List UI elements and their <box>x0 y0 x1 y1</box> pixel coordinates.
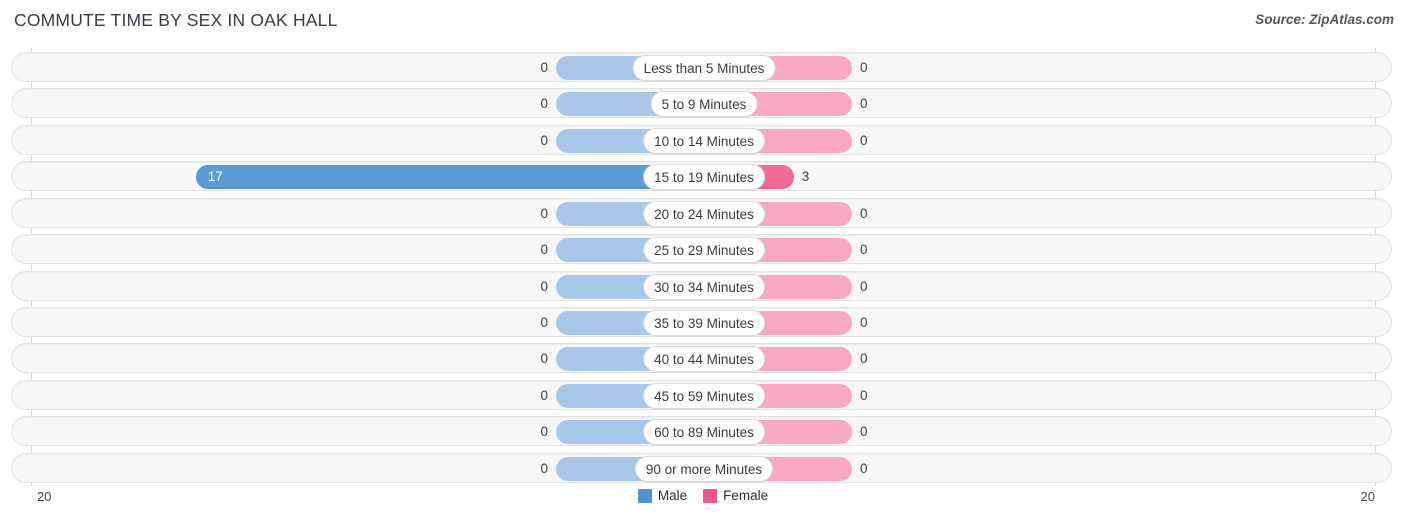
category-label: 10 to 14 Minutes <box>643 127 765 154</box>
chart-legend: Male Female <box>0 488 1406 503</box>
table-row[interactable]: 0 0 60 to 89 Minutes <box>11 416 1392 447</box>
bar-value-female: 0 <box>860 387 868 403</box>
bar-value-male: 0 <box>540 96 548 112</box>
bar-value-male: 0 <box>540 351 548 367</box>
bar-value-female: 0 <box>860 96 868 112</box>
bar-value-male: 0 <box>540 132 548 148</box>
chart-plot-area: 0 0 Less than 5 Minutes 0 0 5 to 9 Minutes 0 0 1… <box>0 48 1406 486</box>
category-label: 5 to 9 Minutes <box>650 91 758 118</box>
row-bar-area: 0 0 25 to 29 Minutes <box>12 235 1391 264</box>
bar-value-male: 0 <box>540 460 548 476</box>
row-bar-area: 0 0 90 or more Minutes <box>12 454 1391 482</box>
legend-label: Female <box>723 488 769 503</box>
bar-value-female: 0 <box>860 205 868 221</box>
bar-value-male: 17 <box>207 169 223 185</box>
bar-value-female: 0 <box>860 278 868 294</box>
category-label: 25 to 29 Minutes <box>643 237 765 264</box>
chart-page: COMMUTE TIME BY SEX IN OAK HALL Source: … <box>0 0 1406 522</box>
bar-value-female: 0 <box>860 242 868 258</box>
bar-value-male: 0 <box>540 315 548 330</box>
bar-value-female: 3 <box>801 169 810 185</box>
bar-value-male: 0 <box>540 278 548 294</box>
table-row[interactable]: 0 0 25 to 29 Minutes <box>11 234 1392 265</box>
bar-value-male: 0 <box>540 242 548 258</box>
table-row[interactable]: 0 0 10 to 14 Minutes <box>11 124 1392 155</box>
legend-item-male[interactable]: Male <box>637 488 688 503</box>
row-bar-area: 0 0 5 to 9 Minutes <box>12 89 1391 118</box>
category-label: 30 to 34 Minutes <box>643 273 765 300</box>
bar-value-male: 0 <box>540 60 548 75</box>
table-row[interactable]: 0 0 90 or more Minutes <box>11 452 1392 483</box>
table-row[interactable]: 0 0 20 to 24 Minutes <box>11 197 1392 228</box>
bar-value-female: 0 <box>860 315 868 330</box>
table-row[interactable]: 0 0 45 to 59 Minutes <box>11 379 1392 410</box>
table-row[interactable]: 0 0 35 to 39 Minutes <box>11 307 1392 337</box>
bar-value-male: 0 <box>540 424 548 440</box>
category-label: 60 to 89 Minutes <box>643 419 765 446</box>
row-bar-area: 17 3 15 to 19 Minutes <box>12 162 1391 191</box>
category-label: 20 to 24 Minutes <box>643 200 765 227</box>
table-row[interactable]: 0 0 5 to 9 Minutes <box>11 88 1392 119</box>
table-row[interactable]: 0 0 30 to 34 Minutes <box>11 270 1392 301</box>
category-label: 35 to 39 Minutes <box>643 310 765 336</box>
chart-footer: 20 20 Male Female <box>0 486 1406 522</box>
category-label: 40 to 44 Minutes <box>643 346 765 373</box>
row-bar-area: 0 0 40 to 44 Minutes <box>12 344 1391 373</box>
category-label: 90 or more Minutes <box>634 455 774 482</box>
page-title: COMMUTE TIME BY SEX IN OAK HALL <box>14 10 338 30</box>
bar-value-female: 0 <box>860 460 868 476</box>
bar-value-male: 0 <box>540 387 548 403</box>
row-bar-area: 0 0 35 to 39 Minutes <box>12 308 1391 336</box>
legend-label: Male <box>657 488 688 503</box>
category-label: 15 to 19 Minutes <box>643 164 765 191</box>
bar-value-female: 0 <box>860 132 868 148</box>
source-attribution: Source: ZipAtlas.com <box>1255 12 1394 27</box>
row-bar-area: 0 0 60 to 89 Minutes <box>12 417 1391 446</box>
category-label: Less than 5 Minutes <box>632 55 776 81</box>
bar-value-female: 0 <box>860 60 868 75</box>
square-swatch-icon <box>637 488 652 503</box>
bar-value-female: 0 <box>860 424 868 440</box>
square-swatch-icon <box>703 488 718 503</box>
row-bar-area: 0 0 Less than 5 Minutes <box>12 53 1391 81</box>
row-bar-area: 0 0 10 to 14 Minutes <box>12 126 1391 154</box>
row-bar-area: 0 0 30 to 34 Minutes <box>12 272 1391 300</box>
table-row[interactable]: 0 0 Less than 5 Minutes <box>11 52 1392 82</box>
legend-item-female[interactable]: Female <box>703 488 768 503</box>
row-bar-area: 0 0 45 to 59 Minutes <box>12 381 1391 409</box>
row-bar-area: 0 0 20 to 24 Minutes <box>12 199 1391 227</box>
bar-value-male: 0 <box>540 205 548 221</box>
bar-value-female: 0 <box>860 351 868 367</box>
category-label: 45 to 59 Minutes <box>643 382 765 409</box>
table-row[interactable]: 0 0 40 to 44 Minutes <box>11 343 1392 374</box>
table-row[interactable]: 17 3 15 to 19 Minutes <box>11 161 1392 192</box>
bar-male[interactable] <box>195 165 704 190</box>
